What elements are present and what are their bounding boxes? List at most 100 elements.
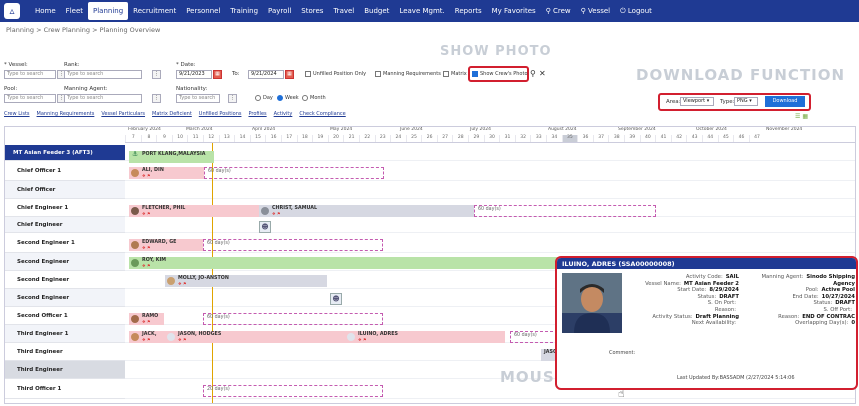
rank-row-label[interactable]: Third Officer 1	[5, 379, 125, 399]
status-icons: ❖ ⚑	[358, 337, 367, 342]
manning-req-checkbox[interactable]: Manning Requirements	[375, 71, 441, 77]
rank-row-label[interactable]: Chief Engineer 1	[5, 199, 125, 217]
nav-leave[interactable]: Leave Mgmt.	[394, 0, 449, 22]
link-unfilled-positions[interactable]: Unfilled Positions	[199, 111, 242, 117]
link-crew-lists[interactable]: Crew Lists	[4, 111, 30, 117]
radio-circle	[302, 95, 308, 101]
clear-button[interactable]: ✕	[539, 69, 546, 78]
manning-lookup-button[interactable]: ⋮	[152, 94, 161, 103]
date-from-input[interactable]: 9/21/2023	[176, 70, 212, 79]
download-button[interactable]: Download	[765, 96, 805, 107]
link-profiles[interactable]: Profiles	[248, 111, 266, 117]
detail-value: 10/27/2024	[821, 293, 855, 300]
detail-key: Activity Code:	[685, 274, 723, 280]
matrix-checkbox[interactable]: Matrix	[443, 71, 467, 77]
rank-row-label[interactable]: Second Engineer	[5, 271, 125, 289]
rank-row-label[interactable]: Second Officer 1	[5, 307, 125, 325]
nav-budget[interactable]: Budget	[359, 0, 394, 22]
crew-thumbnail[interactable]: ☻	[259, 221, 271, 233]
planned-bar[interactable]: 60 day(s)	[203, 313, 383, 325]
manning-agent-label: Manning Agent:	[64, 86, 108, 92]
planned-bar[interactable]: 60 day(s)	[510, 331, 558, 343]
crew-bar[interactable]: ILUINO, ADRES❖ ⚑	[345, 331, 505, 343]
detail-row: Vessel Name: MT Asian Feeder 2	[629, 281, 739, 288]
rank-row-label[interactable]: Second Engineer	[5, 253, 125, 271]
link-activity[interactable]: Activity	[274, 111, 293, 117]
planned-bar[interactable]: 20 day(s)	[203, 385, 383, 397]
show-photo-checkbox[interactable]: Show Crew's Photo	[472, 71, 528, 77]
link-matrix-deficient[interactable]: Matrix Deficient	[152, 111, 192, 117]
rank-row-label[interactable]: Chief Engineer	[5, 217, 125, 233]
nationality-input[interactable]: Type to search	[176, 94, 220, 103]
nav-payroll[interactable]: Payroll	[263, 0, 296, 22]
list-icon[interactable]: ☰	[795, 113, 800, 120]
rank-row-label[interactable]: Third Engineer 1	[5, 325, 125, 343]
planned-bar[interactable]: 60 day(s)	[204, 167, 384, 179]
rank-row-label[interactable]: Chief Officer	[5, 181, 125, 199]
rank-lookup-button[interactable]: ⋮	[152, 70, 161, 79]
crew-bar[interactable]: CHRIST, SAMUAL ❖ ⚑	[259, 205, 474, 217]
crew-bar[interactable]: FLETCHER, PHIL ❖ ⚑	[129, 205, 259, 217]
manning-agent-input[interactable]: Type to search	[64, 94, 142, 103]
search-button[interactable]: ⚲	[530, 69, 536, 78]
calendar-icon[interactable]: ▦	[213, 70, 222, 79]
timeline-row	[125, 217, 855, 233]
nav-training[interactable]: Training	[225, 0, 263, 22]
week-label: 26	[421, 135, 437, 142]
nav-logout[interactable]: ⏻ Logout	[615, 0, 657, 22]
crew-bar[interactable]: JACK, ❖ ⚑	[129, 331, 165, 343]
rank-row-label[interactable]: Chief Officer 1	[5, 161, 125, 181]
comment-label: Comment:	[609, 350, 636, 356]
crew-bar[interactable]: MOLLY, JO-ANSTON ❖ ⚑	[165, 275, 327, 287]
link-vessel-particulars[interactable]: Vessel Particulars	[101, 111, 145, 117]
radio-week[interactable]: Week	[277, 95, 299, 101]
nav-reports[interactable]: Reports	[450, 0, 487, 22]
month-label: April 2024	[252, 127, 276, 132]
nav-fleet[interactable]: Fleet	[61, 0, 88, 22]
link-manning-req[interactable]: Manning Requirements	[37, 111, 95, 117]
nav-planning[interactable]: Planning	[88, 2, 129, 20]
nav-home[interactable]: Home	[30, 0, 61, 22]
nav-stores[interactable]: Stores	[296, 0, 328, 22]
rank-input[interactable]: Type to search	[64, 70, 142, 79]
nav-favorites[interactable]: My Favorites	[487, 0, 541, 22]
manning-req-label: Manning Requirements	[383, 71, 441, 77]
nav-crew-search[interactable]: ⚲ Crew	[541, 0, 576, 22]
area-select[interactable]: Viewport ▾	[680, 97, 714, 106]
crew-bar[interactable]: ALI, DIN ❖ ⚑	[129, 167, 204, 179]
unfilled-only-checkbox[interactable]: Unfilled Position Only	[305, 71, 366, 77]
radio-day[interactable]: Day	[255, 95, 273, 101]
planned-bar[interactable]: 60 day(s)	[203, 239, 383, 251]
date-to-input[interactable]: 9/21/2024	[248, 70, 284, 79]
vessel-group-row[interactable]: MT Asian Feeder 3 (AFT3)	[5, 145, 125, 161]
rank-row-label[interactable]: Third Engineer	[5, 361, 125, 379]
excel-icon[interactable]: ▦	[802, 113, 808, 120]
crew-bar[interactable]: JASON, HODGES ❖ ⚑	[165, 331, 345, 343]
rank-row-label[interactable]: Third Engineer	[5, 343, 125, 361]
nationality-lookup-button[interactable]: ⋮	[228, 94, 237, 103]
radio-month[interactable]: Month	[302, 95, 326, 101]
link-check-compliance[interactable]: Check Compliance	[299, 111, 345, 117]
type-select[interactable]: PNG ▾	[734, 97, 758, 106]
crew-thumbnail[interactable]: ☻	[330, 293, 342, 305]
nav-travel[interactable]: Travel	[328, 0, 359, 22]
calendar-icon[interactable]: ▦	[285, 70, 294, 79]
vessel-input[interactable]: Type to search	[4, 70, 56, 79]
rank-row-label[interactable]: Second Engineer 1	[5, 233, 125, 253]
week-label: 43	[686, 135, 702, 142]
month-label: September 2024	[618, 127, 656, 132]
crew-bar[interactable]: ROY, KIM ❖ ⚑	[129, 257, 559, 269]
chevron-down-icon: ▾	[749, 98, 752, 104]
rank-row-label[interactable]: Second Engineer	[5, 289, 125, 307]
planned-bar[interactable]: 60 day(s)	[474, 205, 656, 217]
nav-recruitment[interactable]: Recruitment	[128, 0, 181, 22]
week-label: 41	[655, 135, 671, 142]
nav-personnel[interactable]: Personnel	[181, 0, 225, 22]
app-logo[interactable]: ▵	[4, 3, 20, 19]
crew-bar[interactable]: EDWARD, GE ❖ ⚑	[129, 239, 203, 251]
nav-vessel-search[interactable]: ⚲ Vessel	[576, 0, 615, 22]
crew-bar[interactable]: RAMO ❖ ⚑	[129, 313, 164, 325]
pool-input[interactable]: Type to search	[4, 94, 56, 103]
port-bar[interactable]: ⚓ PORT KLANG,MALAYSIA	[129, 151, 214, 163]
week-header: 7 8 9 10 11 12 13 14 15 16 17 18 19 20 21 22 23 24 25 26 27 2…	[125, 135, 855, 143]
